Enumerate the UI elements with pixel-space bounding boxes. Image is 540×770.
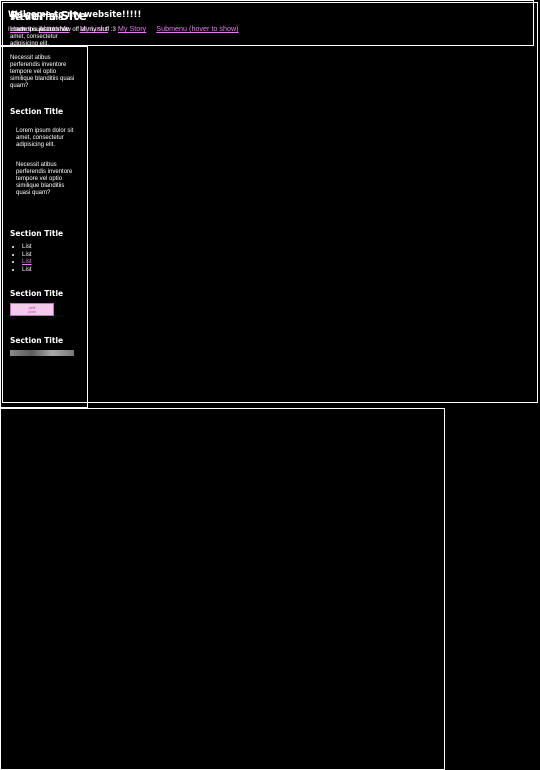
page-title: Welcome to my website!!!!! bbox=[8, 10, 142, 20]
list-item: List bbox=[22, 251, 32, 259]
nav-link-story[interactable]: My Story bbox=[118, 24, 146, 33]
list-item: List bbox=[22, 243, 32, 251]
section-title: Section Title bbox=[10, 289, 64, 298]
button-text: pixel bbox=[28, 309, 36, 314]
nav-link-submenu[interactable]: Submenu (hover to show) bbox=[156, 24, 238, 33]
site-header: River's Site Home About Me My Links My S… bbox=[0, 0, 534, 46]
thumbnail-image bbox=[10, 350, 74, 356]
list-item: List bbox=[22, 266, 32, 274]
section-title: Section Title bbox=[10, 336, 64, 345]
section-title: Section Title bbox=[10, 107, 64, 116]
intro-text: I made this just to show off all my stuf… bbox=[8, 27, 116, 33]
site-button-88x31[interactable]: petit pixel bbox=[10, 303, 54, 316]
section-paragraph: Lorem ipsum dolor sit amet, consectetur … bbox=[16, 128, 74, 148]
section-title: Section Title bbox=[10, 229, 64, 238]
list-item: List bbox=[22, 258, 32, 266]
main-content: Welcome to my website!!!!! I made this j… bbox=[0, 10, 445, 770]
section-paragraph: Necessit atibus perferendis inventore te… bbox=[16, 162, 73, 196]
sidebar-list: List List List List bbox=[10, 243, 32, 273]
list-item-link[interactable]: List bbox=[22, 258, 32, 265]
section-paragraph: Necessit atibus perferendis inventore te… bbox=[10, 55, 75, 89]
